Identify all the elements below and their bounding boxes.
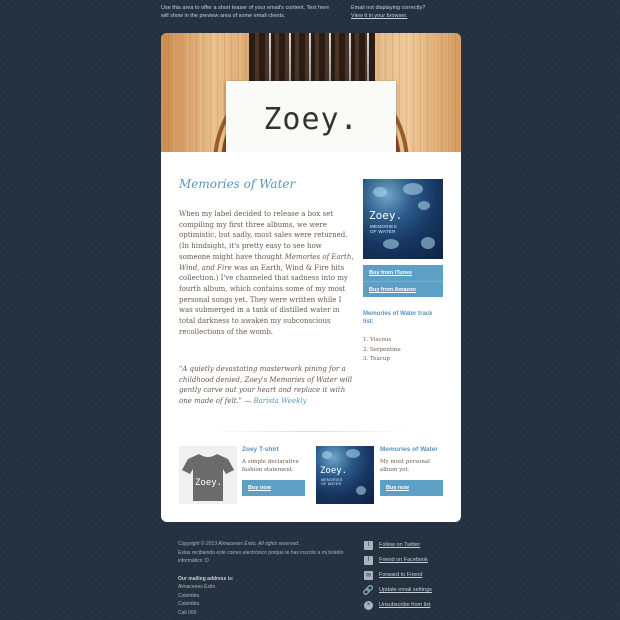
view-in-browser-link[interactable]: View it in your browser. — [351, 13, 407, 19]
water-speck — [322, 451, 332, 459]
unsubscribe-link[interactable]: Unsubscribe from list — [379, 602, 430, 608]
preheader-teaser: Use this area to offer a short teaser of… — [161, 5, 330, 19]
product-desc-tshirt: A simple declarative fashion statement. — [242, 459, 299, 473]
tshirt-icon — [182, 454, 234, 501]
album-cover-subtitle-line: OF WATER — [370, 229, 396, 234]
footer-link-item: × Unsubscribe from list — [364, 598, 474, 612]
water-speck — [421, 237, 435, 249]
header-banner: Zoey. — [161, 33, 461, 152]
friend-facebook-link[interactable]: Friend on Facebook — [379, 557, 428, 563]
tracklist: 1. Viscous 2. Serpentine 3. Teacup — [363, 336, 401, 365]
album-cover-name: Zoey. — [369, 209, 403, 222]
browser-notice-text: Email not displaying correctly? — [351, 5, 426, 11]
footer-link-item: t Follow on Twitter — [364, 538, 474, 552]
footer-link-item: ✉ Forward to Friend — [364, 568, 474, 582]
email-card: Zoey. Memories of Water When my label de… — [161, 33, 461, 522]
logo-card: Zoey. — [226, 81, 396, 152]
track-item: 3. Teacup — [363, 356, 390, 362]
update-settings-link[interactable]: Update email settings — [379, 587, 432, 593]
address-line: Cali 000 — [178, 609, 197, 616]
buy-itunes-button[interactable]: Buy from iTunes — [363, 265, 443, 281]
address-title: Our mailing address is: — [178, 575, 234, 582]
footer-link-item: f Friend on Facebook — [364, 553, 474, 567]
facebook-icon: f — [364, 555, 373, 565]
buy-amazon-button[interactable]: Buy from Amazon — [363, 281, 443, 297]
album-cover-subtitle: MEMORIES OF WATER — [321, 478, 342, 486]
quote-source-link[interactable]: Barista Weekly — [253, 397, 306, 405]
pull-quote: "A quietly devastating masterwork pining… — [179, 364, 359, 407]
album-cover[interactable]: Zoey. MEMORIES OF WATER — [363, 179, 443, 259]
water-speck — [418, 201, 430, 210]
tracklist-title: Memories of Water track list: — [363, 311, 433, 325]
section-divider — [211, 431, 411, 432]
forward-friend-link[interactable]: Forward to Friend — [379, 572, 422, 578]
subscription-reason: Estas recibiendo este correo electrónico… — [178, 549, 344, 565]
footer-link-item: 🔗 Update email settings — [362, 583, 474, 597]
tshirt-image[interactable]: Zoey. — [179, 446, 237, 504]
logo: Zoey. — [263, 101, 359, 137]
album-cover-subtitle: MEMORIES OF WATER — [370, 224, 397, 234]
unsubscribe-icon: × — [364, 600, 373, 610]
product-title-tshirt[interactable]: Zoey T-shirt — [242, 446, 279, 453]
album-cover-name: Zoey. — [320, 466, 348, 476]
article-title: Memories of Water — [179, 177, 296, 191]
email-icon: ✉ — [364, 570, 373, 580]
product-title-album[interactable]: Memories of Water — [380, 446, 438, 453]
water-speck — [356, 486, 366, 495]
water-speck — [373, 187, 387, 197]
water-speck — [346, 449, 360, 458]
album-cover-small[interactable]: Zoey. MEMORIES OF WATER — [316, 446, 374, 504]
tshirt-print: Zoey. — [195, 478, 223, 488]
article-body-part: was an Earth, Wind & Fire hits collectio… — [179, 263, 348, 336]
address-line: Colombia — [178, 592, 200, 599]
water-speck — [383, 239, 399, 249]
water-speck — [403, 183, 423, 195]
preheader: Use this area to offer a short teaser of… — [161, 4, 461, 24]
twitter-icon: t — [364, 540, 373, 550]
track-item: 2. Serpentine — [363, 346, 401, 353]
buy-tshirt-button[interactable]: Buy now — [242, 480, 305, 496]
link-icon: 🔗 — [362, 584, 375, 595]
address-line: Almacenes Éxito — [178, 584, 216, 590]
track-item: 1. Viscous — [363, 337, 392, 343]
browser-notice: Email not displaying correctly? View it … — [351, 4, 461, 20]
copyright: Copyright © 2013 Almacenes Éxito, All ri… — [178, 541, 300, 547]
article-body: When my label decided to release a box s… — [179, 209, 354, 337]
product-desc-album: My most personal album yet. — [380, 459, 430, 473]
buy-album-button[interactable]: Buy now — [380, 480, 443, 496]
footer-links: t Follow on Twitter f Friend on Facebook ✉… — [362, 538, 474, 613]
follow-twitter-link[interactable]: Follow on Twitter — [379, 542, 420, 548]
album-cover-subtitle-line: OF WATER — [321, 482, 342, 486]
address-line: Colombia — [178, 601, 200, 607]
footer-info: Copyright © 2013 Almacenes Éxito, All ri… — [178, 540, 358, 617]
